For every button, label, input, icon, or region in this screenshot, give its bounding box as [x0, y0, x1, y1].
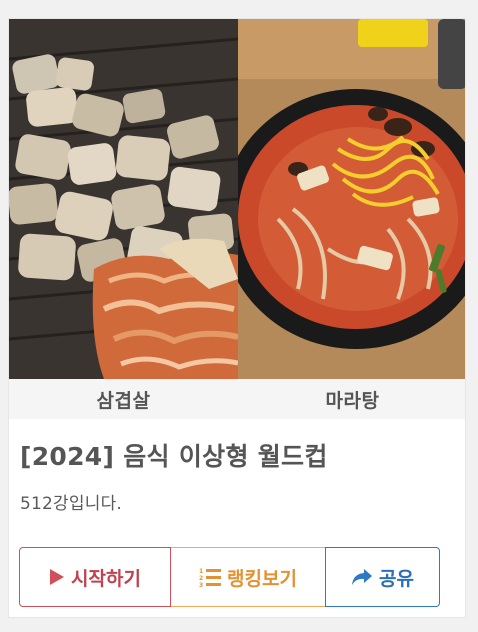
malatang-photo	[238, 19, 465, 379]
start-button[interactable]: 시작하기	[19, 547, 171, 607]
start-button-label: 시작하기	[71, 567, 141, 590]
svg-text:3: 3	[199, 582, 203, 587]
ranked-list-icon: 1 2 3	[199, 567, 222, 587]
svg-text:1: 1	[199, 568, 203, 575]
option-image-right[interactable]	[238, 19, 465, 379]
play-icon	[49, 568, 65, 586]
option-image-left[interactable]	[9, 19, 238, 379]
share-button[interactable]: 공유	[325, 547, 440, 607]
share-button-label: 공유	[379, 567, 414, 590]
worldcup-title[interactable]: [2024] 음식 이상형 월드컵	[20, 437, 328, 473]
share-arrow-icon	[351, 568, 373, 586]
svg-text:2: 2	[199, 575, 203, 582]
option-captions: 삼겹살 마라탕	[9, 379, 465, 419]
ranking-button[interactable]: 1 2 3 랭킹보기	[171, 547, 325, 607]
option-name-left: 삼겹살	[96, 389, 151, 412]
ranking-button-label: 랭킹보기	[227, 567, 297, 590]
option-images	[9, 19, 465, 379]
option-name-right: 마라탕	[325, 389, 380, 412]
samgyeopsal-photo	[9, 19, 238, 379]
worldcup-card: 삼겹살 마라탕 [2024] 음식 이상형 월드컵 512강입니다. 시작하기 …	[8, 18, 466, 618]
action-buttons: 시작하기 1 2 3 랭킹보기 공유	[19, 547, 440, 607]
worldcup-description: 512강입니다.	[20, 494, 123, 514]
